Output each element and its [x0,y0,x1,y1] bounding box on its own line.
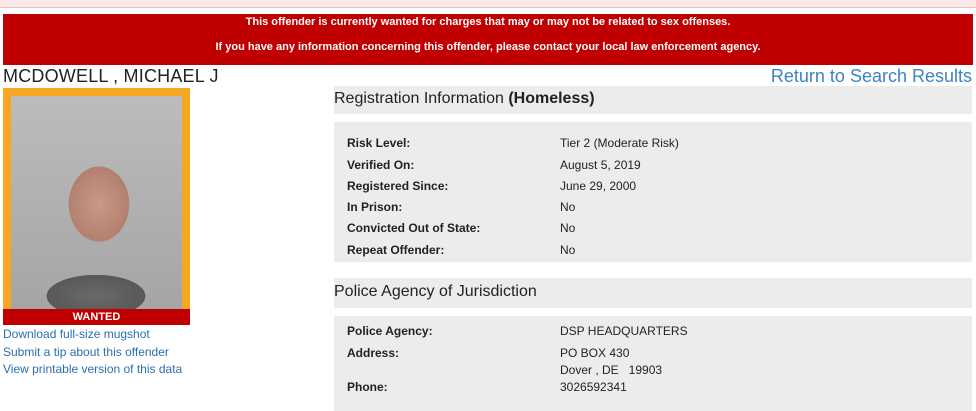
download-mugshot-link[interactable]: Download full-size mugshot [3,326,182,344]
submit-tip-link[interactable]: Submit a tip about this offender [3,344,182,362]
agency-header: Police Agency of Jurisdiction [334,278,972,308]
registration-title: Registration Information [334,90,504,107]
offender-name: MCDOWELL , MICHAEL J [3,66,219,86]
mugshot-image[interactable] [11,96,182,309]
offender-links: Download full-size mugshot Submit a tip … [3,326,182,379]
detail-label: Risk Level: [347,136,411,150]
detail-value: No [560,243,576,257]
mugshot-frame: WANTED [3,88,190,325]
wanted-badge: WANTED [3,309,190,325]
address-line-2: Dover , DE 19903 [560,363,663,377]
registration-status: (Homeless) [508,90,595,107]
detail-value: June 29, 2000 [560,179,637,193]
detail-value: No [560,221,576,235]
alert-line-2: If you have any information concerning t… [215,41,761,53]
top-notice-strip [0,0,976,8]
detail-label: In Prison: [347,200,403,214]
detail-value: No [560,200,576,214]
detail-value: DSP HEADQUARTERS [560,324,688,338]
address-line-1: PO BOX 430 [560,346,630,360]
detail-value: 3026592341 [560,380,627,394]
return-to-search-link[interactable]: Return to Search Results [771,66,972,87]
detail-value: Tier 2 (Moderate Risk) [560,136,679,150]
detail-label: Verified On: [347,158,415,172]
detail-label: Address: [347,346,400,360]
registration-details: Risk Level: Tier 2 (Moderate Risk) Verif… [334,122,972,262]
detail-label: Police Agency: [347,324,433,338]
agency-details: Police Agency: DSP HEADQUARTERS Address:… [334,316,972,411]
detail-label: Convicted Out of State: [347,221,481,235]
printable-version-link[interactable]: View printable version of this data [3,361,182,379]
detail-value: August 5, 2019 [560,158,641,172]
alert-line-1: This offender is currently wanted for ch… [245,16,731,28]
detail-label: Registered Since: [347,179,449,193]
agency-title: Police Agency of Jurisdiction [334,283,537,300]
detail-label: Phone: [347,380,388,394]
detail-label: Repeat Offender: [347,243,445,257]
wanted-alert-banner: This offender is currently wanted for ch… [3,14,973,65]
registration-header: Registration Information (Homeless) [334,86,972,114]
